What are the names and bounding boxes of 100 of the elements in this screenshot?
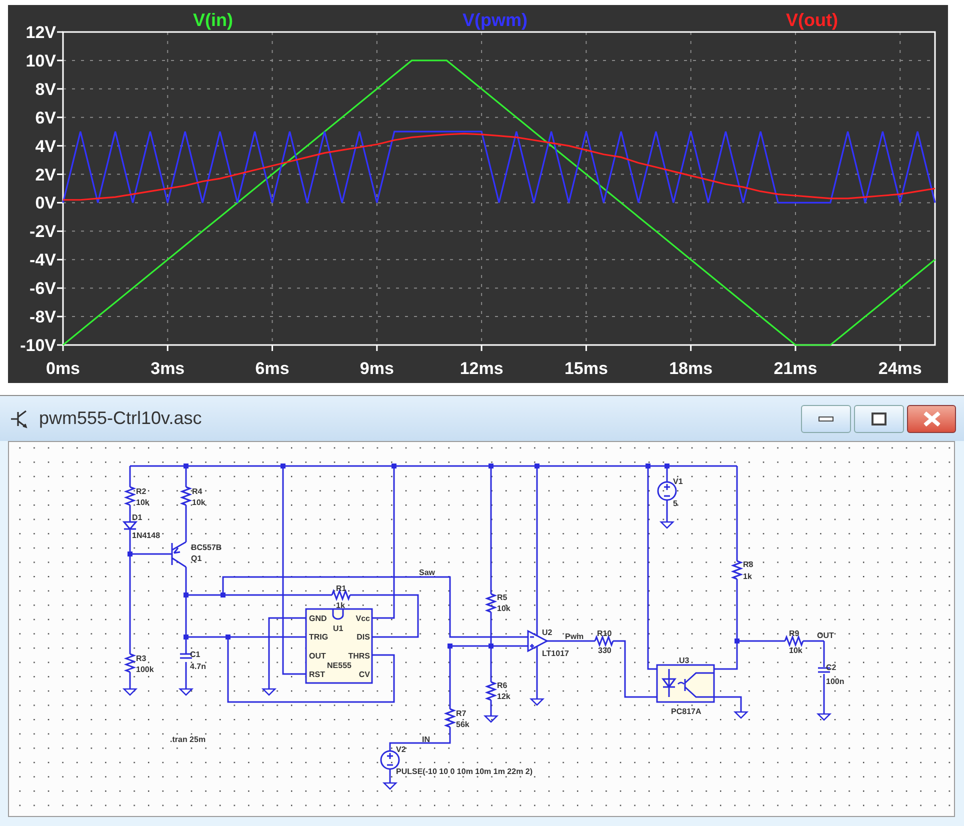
resistor-symbol bbox=[730, 560, 744, 580]
component-ref-label: V1 bbox=[673, 477, 683, 486]
diode-symbol bbox=[123, 521, 138, 530]
component-value-label: 100n bbox=[826, 677, 844, 686]
axis-tick-label: 3ms bbox=[150, 359, 185, 378]
axis-tick-label: 0ms bbox=[46, 359, 80, 378]
tick-mark bbox=[57, 258, 63, 260]
axis-tick-label: 15ms bbox=[564, 359, 608, 378]
component-ref-label: R10 bbox=[597, 629, 612, 638]
tick-mark bbox=[57, 316, 63, 318]
component-value-label: PC817A bbox=[671, 707, 702, 716]
transistor-symbol bbox=[171, 541, 187, 568]
tick-mark bbox=[57, 287, 63, 289]
resistor-symbol bbox=[124, 653, 136, 673]
axis-tick-label: 4V bbox=[35, 136, 56, 156]
axis-tick-label: 6V bbox=[35, 108, 56, 128]
window-title: pwm555-Ctrl10v.asc bbox=[39, 407, 202, 430]
component-ref-label: R9 bbox=[789, 629, 800, 638]
component-value-label: 1k bbox=[336, 601, 345, 610]
pin-label: DIS bbox=[356, 632, 370, 642]
tick-mark bbox=[57, 202, 63, 204]
ground-symbol bbox=[178, 688, 194, 696]
axis-tick-label: 18ms bbox=[669, 359, 713, 378]
voltage-source-symbol bbox=[380, 750, 400, 770]
component-ref-label: R7 bbox=[456, 709, 466, 718]
resistor-symbol bbox=[484, 681, 498, 701]
maximize-button[interactable] bbox=[854, 404, 904, 432]
component-ref-label: R4 bbox=[192, 487, 202, 496]
axis-tick-label: 8V bbox=[35, 80, 56, 99]
component-value-label: 12k bbox=[497, 692, 510, 701]
legend-label: V(pwm) bbox=[462, 10, 528, 30]
resistor-symbol bbox=[484, 593, 498, 613]
resistor-symbol bbox=[594, 634, 614, 648]
component-value-label: 5 bbox=[673, 499, 678, 508]
axis-tick-label: 0V bbox=[35, 194, 56, 213]
component-ref-label: D1 bbox=[132, 513, 142, 522]
component-value-label: 56k bbox=[456, 720, 470, 729]
axis-tick-label: 10V bbox=[26, 51, 56, 70]
tick-mark bbox=[57, 174, 63, 176]
resistor-symbol bbox=[180, 486, 192, 506]
tick-mark bbox=[57, 88, 63, 90]
tick-mark bbox=[57, 145, 63, 147]
tick-mark bbox=[166, 345, 168, 351]
ground-symbol bbox=[483, 715, 499, 723]
ground-symbol bbox=[659, 521, 675, 529]
resistor-symbol bbox=[784, 634, 804, 648]
tick-mark bbox=[57, 230, 63, 232]
net-label: Pwm bbox=[565, 632, 584, 641]
maximize-icon bbox=[871, 412, 887, 426]
pin-label: RST bbox=[309, 670, 325, 680]
component-ref-label: V2 bbox=[396, 745, 406, 754]
component-ref-label: U1 bbox=[333, 624, 344, 633]
tick-mark bbox=[585, 345, 587, 351]
net-label: IN bbox=[422, 735, 430, 744]
pin-label: CV bbox=[358, 670, 370, 680]
pin-label: THRS bbox=[348, 651, 370, 660]
pin-label: TRIG bbox=[309, 632, 328, 642]
pin-label: GND bbox=[309, 614, 327, 623]
tick-mark bbox=[480, 345, 482, 351]
component-value-label: 10k bbox=[136, 498, 150, 507]
component-ref-label: U2 bbox=[542, 628, 552, 637]
tick-mark bbox=[899, 345, 901, 351]
axis-tick-label: -10V bbox=[20, 336, 56, 355]
axis-tick-label: 2V bbox=[35, 165, 56, 184]
ground-symbol bbox=[122, 688, 138, 696]
wire bbox=[546, 640, 595, 642]
ground-symbol bbox=[382, 782, 398, 790]
component-value-label: 1k bbox=[743, 572, 752, 581]
component-value-label: 100k bbox=[136, 665, 154, 674]
net-label: Saw bbox=[419, 568, 436, 577]
transistor-icon bbox=[10, 408, 30, 428]
component-value-label: NE555 bbox=[327, 661, 352, 670]
axis-tick-label: -2V bbox=[30, 222, 56, 242]
wire bbox=[129, 505, 131, 522]
component-value-label: 10k bbox=[192, 498, 206, 507]
component-value-label: PULSE(-10 10 0 10m 10m 1m 22m 2) bbox=[396, 767, 533, 776]
wire bbox=[714, 696, 742, 712]
legend-label: V(in) bbox=[193, 10, 233, 30]
close-button[interactable] bbox=[907, 404, 956, 432]
axis-tick-label: -6V bbox=[30, 279, 56, 298]
legend-label: V(out) bbox=[786, 10, 838, 30]
ground-symbol bbox=[733, 711, 749, 719]
component-ref-label: R6 bbox=[497, 681, 508, 690]
axis-tick-label: 12ms bbox=[460, 359, 504, 378]
component-value-label: 10k bbox=[497, 604, 510, 613]
optocoupler-symbol bbox=[656, 664, 715, 703]
resistor-symbol bbox=[444, 708, 456, 728]
ground-symbol bbox=[529, 698, 545, 706]
axis-tick-label: 9ms bbox=[360, 359, 394, 378]
component-value-label: 4.7n bbox=[190, 662, 206, 671]
tick-mark bbox=[57, 116, 63, 118]
tick-mark bbox=[57, 31, 63, 33]
component-value-label: 1N4148 bbox=[132, 531, 160, 540]
pin-label: Vcc bbox=[356, 614, 370, 623]
wire bbox=[823, 674, 825, 714]
axis-tick-label: 24ms bbox=[878, 359, 922, 378]
component-ref-label: R8 bbox=[743, 560, 754, 569]
component-ref-label: C2 bbox=[826, 663, 836, 672]
component-value-label: LT1017 bbox=[542, 649, 569, 658]
minimize-button[interactable] bbox=[801, 404, 851, 432]
